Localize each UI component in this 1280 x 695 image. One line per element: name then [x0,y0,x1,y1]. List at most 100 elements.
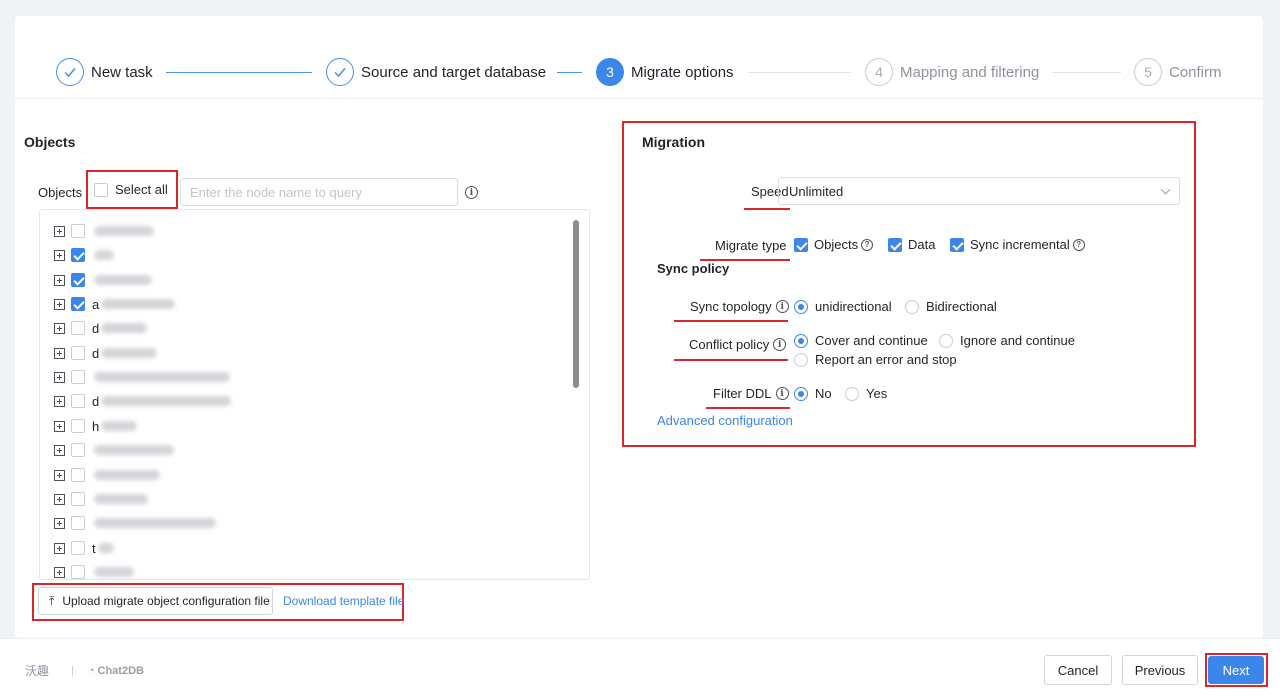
expand-icon[interactable] [54,444,65,456]
expand-icon[interactable] [54,566,65,578]
tree-item[interactable] [54,440,174,460]
checkbox[interactable] [950,237,964,252]
tree-checkbox[interactable] [71,321,85,335]
filter-ddl-no[interactable]: No [794,386,832,401]
tree-checkbox[interactable] [71,248,85,262]
topology-bidirectional[interactable]: Bidirectional [905,299,997,314]
radio[interactable] [905,299,919,314]
tree-checkbox[interactable] [71,541,85,555]
checkbox[interactable] [94,182,108,197]
tree-item[interactable]: d [54,318,148,338]
tree-item[interactable] [54,245,114,265]
radio[interactable] [794,386,808,401]
expand-icon[interactable] [54,371,65,383]
expand-icon[interactable] [54,225,65,237]
previous-button[interactable]: Previous [1122,655,1198,685]
expand-icon[interactable] [54,249,65,261]
check-icon [56,58,84,86]
topology-unidirectional[interactable]: unidirectional [794,299,892,314]
node-search-input[interactable] [180,178,458,206]
download-template-link[interactable]: Download template file [283,594,404,608]
expand-icon[interactable] [54,322,65,334]
info-icon[interactable]: i [465,186,478,199]
tree-checkbox[interactable] [71,443,85,457]
underline-marker [674,320,788,322]
tree-checkbox[interactable] [71,565,85,579]
info-icon[interactable]: i [775,387,789,400]
tree-checkbox[interactable] [71,492,85,506]
tree-scrollbar[interactable] [573,220,579,388]
tree-item[interactable]: t [54,538,114,558]
objects-field-label: Objects [38,184,83,200]
advanced-configuration-link[interactable]: Advanced configuration [657,413,793,428]
info-icon[interactable]: i [775,300,789,313]
next-button[interactable]: Next [1208,656,1264,684]
tree-item-name: h [92,418,100,434]
tree-item[interactable] [54,270,152,290]
radio[interactable] [794,299,808,314]
conflict-ignore-continue[interactable]: Ignore and continue [939,333,1075,348]
redacted-text [94,275,152,285]
sync-topology-label-text: Sync topology [690,299,772,314]
tree-item[interactable] [54,465,160,485]
redacted-text [94,250,114,260]
expand-icon[interactable] [54,347,65,359]
radio[interactable] [939,333,953,348]
tree-checkbox[interactable] [71,419,85,433]
tree-checkbox[interactable] [71,297,85,311]
help-icon[interactable]: ? [1072,238,1085,251]
tree-checkbox[interactable] [71,370,85,384]
tree-item[interactable]: d [54,343,158,363]
expand-icon[interactable] [54,420,65,432]
speed-select[interactable]: Unlimited [778,177,1180,205]
tree-checkbox[interactable] [71,516,85,530]
checkbox[interactable] [888,237,902,252]
redacted-text [94,470,160,480]
tree-item[interactable] [54,489,148,509]
expand-icon[interactable] [54,517,65,529]
radio[interactable] [794,333,808,348]
conflict-policy-label: Conflict policy i [689,337,787,352]
help-icon[interactable]: ? [861,238,874,251]
radio[interactable] [845,386,859,401]
option-label: Objects [814,237,859,252]
speed-select-value: Unlimited [789,183,844,199]
info-icon[interactable]: i [773,338,787,351]
step-number: 5 [1134,58,1162,86]
expand-icon[interactable] [54,542,65,554]
sync-policy-title: Sync policy [657,261,730,276]
tree-checkbox[interactable] [71,394,85,408]
expand-icon[interactable] [54,298,65,310]
cancel-button[interactable]: Cancel [1044,655,1112,685]
expand-icon[interactable] [54,469,65,481]
redacted-text [101,299,176,309]
expand-icon[interactable] [54,493,65,505]
tree-checkbox[interactable] [71,224,85,238]
migrate-type-objects[interactable]: Objects? [794,237,874,252]
tree-checkbox[interactable] [71,468,85,482]
tree-item[interactable]: h [54,416,138,436]
tree-item[interactable] [54,221,154,241]
tree-checkbox[interactable] [71,346,85,360]
tree-item[interactable]: d [54,391,232,411]
filter-ddl-yes[interactable]: Yes [845,386,887,401]
select-all-checkbox[interactable]: Select all [86,170,178,209]
step-connector [1052,72,1121,73]
checkbox[interactable] [794,237,808,252]
tree-item[interactable] [54,367,230,387]
conflict-report-stop[interactable]: Report an error and stop [794,352,957,367]
redacted-text [94,226,154,236]
migrate-type-data[interactable]: Data [888,237,935,252]
expand-icon[interactable] [54,274,65,286]
conflict-cover-continue[interactable]: Cover and continue [794,333,928,348]
option-label: unidirectional [815,299,892,314]
migrate-type-sync-incremental[interactable]: Sync incremental? [950,237,1085,252]
tree-checkbox[interactable] [71,273,85,287]
tree-item[interactable] [54,513,216,533]
upload-config-button[interactable]: ⤒ Upload migrate object configuration fi… [38,587,273,615]
expand-icon[interactable] [54,395,65,407]
tree-item[interactable] [54,562,134,579]
migration-title: Migration [642,134,705,150]
tree-item[interactable]: a [54,294,176,314]
radio[interactable] [794,352,808,367]
